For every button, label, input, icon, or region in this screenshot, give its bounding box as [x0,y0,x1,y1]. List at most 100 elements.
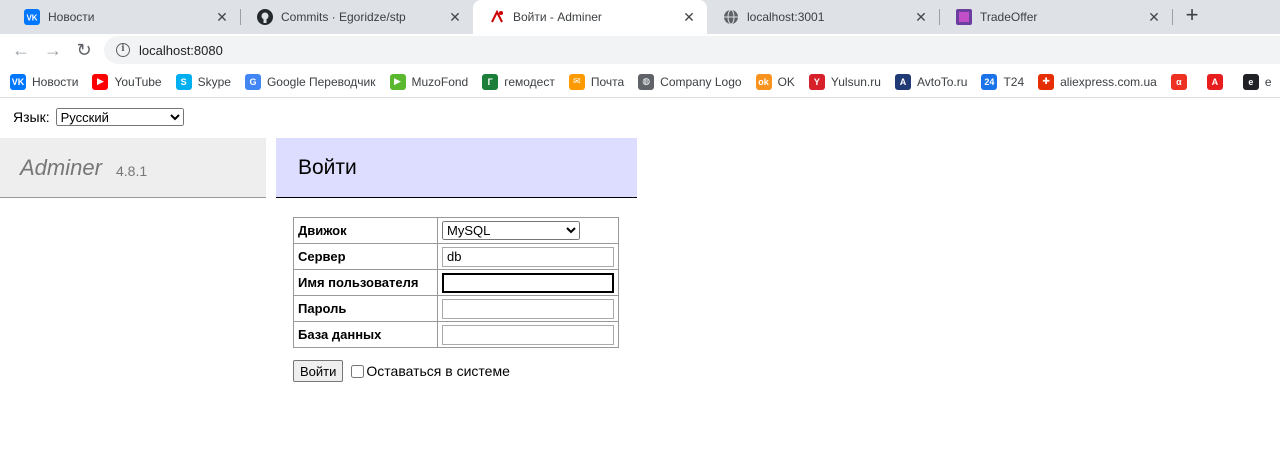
app-logo-link[interactable]: Adminer [20,155,102,181]
table-row: Пароль [293,295,619,322]
tradeoffer-icon [956,9,972,25]
password-field[interactable] [442,298,614,319]
tab-title: localhost:3001 [747,10,825,24]
bookmark-label: YouTube [114,74,162,89]
globe-icon [723,9,739,25]
login-button[interactable]: Войти [293,360,344,382]
bookmark-item[interactable]: ok OK [755,73,795,90]
bookmark-item[interactable]: S Skype [175,73,231,90]
bookmark-item[interactable]: ee [1242,73,1272,90]
bookmark-item[interactable]: VK Новости [10,73,79,90]
bookmarks-bar: VK Новости ▶ YouTube S Skype G Google Переводчи… [0,66,1280,98]
github-icon [257,9,273,25]
database-label: База данных [293,321,438,348]
engine-select[interactable]: MySQL [442,221,580,240]
address-bar[interactable]: i localhost:8080 [104,36,1280,64]
tab-title: Commits · Egoridze/stp [281,10,406,24]
bookmark-label: Skype [197,74,231,89]
t24-icon: 24 [981,73,998,90]
tab-title: Новости [48,10,95,24]
new-tab-button[interactable]: + [1180,4,1204,28]
engine-cell: MySQL [437,217,619,244]
youtube-icon: ▶ [92,73,109,90]
tab-localhost-3001[interactable]: localhost:3001 ✕ [707,0,939,34]
bookmark-item[interactable]: ✚ aliexpress.com.ua [1038,73,1157,90]
language-switcher: Язык: Русский [13,108,184,126]
back-arrow-icon[interactable]: ← [10,39,32,61]
tab-title: Войти - Adminer [513,10,602,24]
bookmark-item[interactable]: A [1206,73,1229,90]
bookmark-label: Google Переводчик [266,74,376,89]
bookmark-item[interactable]: A AvtoTo.ru [894,73,968,90]
alfa-icon: α [1170,73,1187,90]
page-title: Войти [298,156,357,179]
bookmark-label: AvtoTo.ru [916,74,968,89]
forward-arrow-icon[interactable]: → [42,39,64,61]
skype-icon: S [175,73,192,90]
server-cell [437,243,619,270]
bookmark-label: Company Logo [660,74,742,89]
muzofond-icon: ▶ [389,73,406,90]
username-field[interactable] [442,272,614,293]
bookmark-item[interactable]: Y Yulsun.ru [808,73,881,90]
username-label: Имя пользователя [293,269,438,296]
language-label: Язык: [13,109,50,125]
tab-tradeoffer[interactable]: TradeOffer ✕ [940,0,1172,34]
info-icon[interactable]: i [116,43,130,57]
password-cell [437,295,619,322]
bookmark-label: OK [777,74,795,89]
bookmark-item[interactable]: Ггемодест [482,73,555,90]
mail-icon: ✉ [568,73,585,90]
tab-commits[interactable]: Commits · Egoridze/stp ✕ [241,0,473,34]
bookmark-label: Новости [32,74,79,89]
app-version: 4.8.1 [116,163,148,179]
close-icon[interactable]: ✕ [681,9,697,25]
bookmark-label: e [1264,74,1272,89]
tab-novosti[interactable]: VK Новости ✕ [8,0,240,34]
bookmark-item[interactable]: α [1170,73,1193,90]
tab-adminer[interactable]: Войти - Adminer ✕ [473,0,707,34]
login-actions: Войти Оставаться в системе [293,360,510,382]
adminer-icon [489,9,505,25]
page-header: Войти [276,138,637,198]
table-row: Движок MySQL [293,217,619,244]
engine-label: Движок [293,217,438,244]
language-select[interactable]: Русский [55,108,184,126]
e-icon: e [1242,73,1259,90]
password-label: Пароль [293,295,438,322]
google-translate-icon: G [244,73,261,90]
svg-text:VK: VK [26,14,37,23]
reload-icon[interactable]: ↻ [73,39,95,61]
bookmark-item[interactable]: G Google Переводчик [244,73,376,90]
adobe-icon: A [1206,73,1223,90]
yulsun-icon: Y [808,73,825,90]
table-row: База данных [293,321,619,348]
bookmark-item[interactable]: ◍ Company Logo [638,73,742,90]
tab-separator [1172,9,1173,25]
database-field[interactable] [442,324,614,345]
vk-icon: VK [24,9,40,25]
close-icon[interactable]: ✕ [1146,9,1162,25]
url-text: localhost:8080 [139,42,223,58]
login-form-table: Движок MySQL Сервер Имя пользователя Пар… [293,217,619,348]
database-cell [437,321,619,348]
server-field[interactable] [442,246,614,267]
globe-icon: ◍ [638,73,655,90]
bookmark-item[interactable]: ▶ YouTube [92,73,162,90]
bookmark-item[interactable]: ✉ Почта [568,73,624,90]
vk-icon: VK [10,73,26,90]
bookmark-item[interactable]: ▶ MuzoFond [389,73,468,90]
gemodest-icon: Г [482,73,499,90]
bookmark-item[interactable]: 24 T24 [981,73,1024,90]
aliexpress-icon: ✚ [1038,73,1055,90]
avtoto-icon: A [894,73,911,90]
browser-toolbar: ← → ↻ i localhost:8080 [0,34,1280,66]
remember-label[interactable]: Оставаться в системе [366,363,509,379]
close-icon[interactable]: ✕ [447,9,463,25]
bookmark-label: Yulsun.ru [830,74,881,89]
bookmark-label: гемодест [504,74,555,89]
remember-checkbox[interactable] [351,364,365,378]
server-label: Сервер [293,243,438,270]
close-icon[interactable]: ✕ [913,9,929,25]
close-icon[interactable]: ✕ [214,9,230,25]
